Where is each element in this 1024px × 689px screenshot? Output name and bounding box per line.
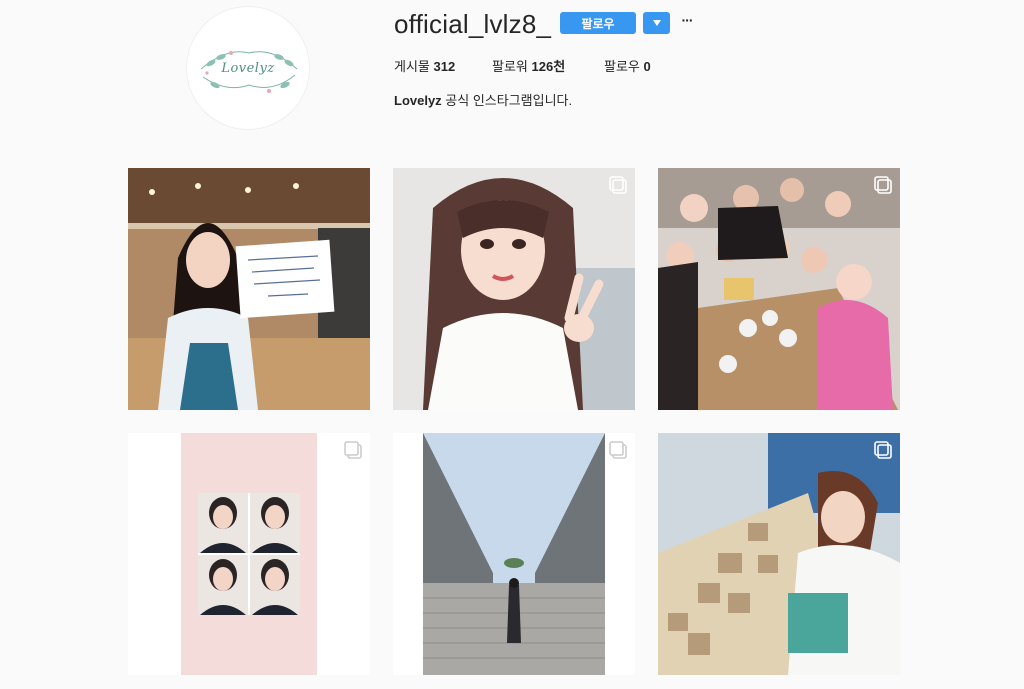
multiple-photos-icon — [609, 176, 627, 194]
follow-button[interactable]: 팔로우 — [560, 12, 636, 34]
stat-following-label: 팔로우 — [604, 59, 640, 74]
logo-text: Lovelyz — [221, 61, 275, 76]
post-thumbnail[interactable] — [128, 168, 370, 410]
profile-avatar[interactable]: Lovelyz — [186, 6, 310, 130]
profile-bio: Lovelyz 공식 인스타그램입니다. — [394, 90, 572, 109]
multiple-photos-icon — [874, 441, 892, 459]
post-thumbnail[interactable] — [393, 168, 635, 410]
post-thumbnail[interactable] — [128, 433, 370, 675]
post-thumbnail[interactable] — [658, 168, 900, 410]
stat-followers-label: 팔로워 — [492, 59, 528, 74]
stat-posts-label: 게시물 — [394, 59, 430, 74]
ellipsis-icon: ··· — [681, 12, 694, 28]
suggestions-dropdown-button[interactable] — [643, 12, 670, 34]
stat-posts: 게시물 312 — [394, 56, 455, 75]
post-image — [393, 168, 635, 410]
multiple-photos-icon — [874, 176, 892, 194]
post-image — [658, 168, 900, 410]
stat-following-value: 0 — [643, 59, 651, 74]
post-image — [393, 433, 635, 675]
multiple-photos-icon — [344, 441, 362, 459]
profile-username: official_lvlz8_ — [394, 9, 552, 39]
post-image — [128, 433, 370, 675]
post-thumbnail[interactable] — [658, 433, 900, 675]
triangle-down-icon — [652, 20, 661, 26]
bio-name: Lovelyz — [394, 93, 442, 108]
multiple-photos-icon — [609, 441, 627, 459]
stat-posts-value: 312 — [433, 59, 456, 74]
more-options-button[interactable]: ··· — [679, 9, 695, 31]
stat-followers[interactable]: 팔로워 126천 — [492, 56, 565, 75]
post-image — [658, 433, 900, 675]
stat-followers-value: 126천 — [531, 59, 566, 74]
stat-following[interactable]: 팔로우 0 — [604, 56, 651, 75]
bio-text: 공식 인스타그램입니다. — [441, 93, 573, 108]
post-thumbnail[interactable] — [393, 433, 635, 675]
post-image — [128, 168, 370, 410]
